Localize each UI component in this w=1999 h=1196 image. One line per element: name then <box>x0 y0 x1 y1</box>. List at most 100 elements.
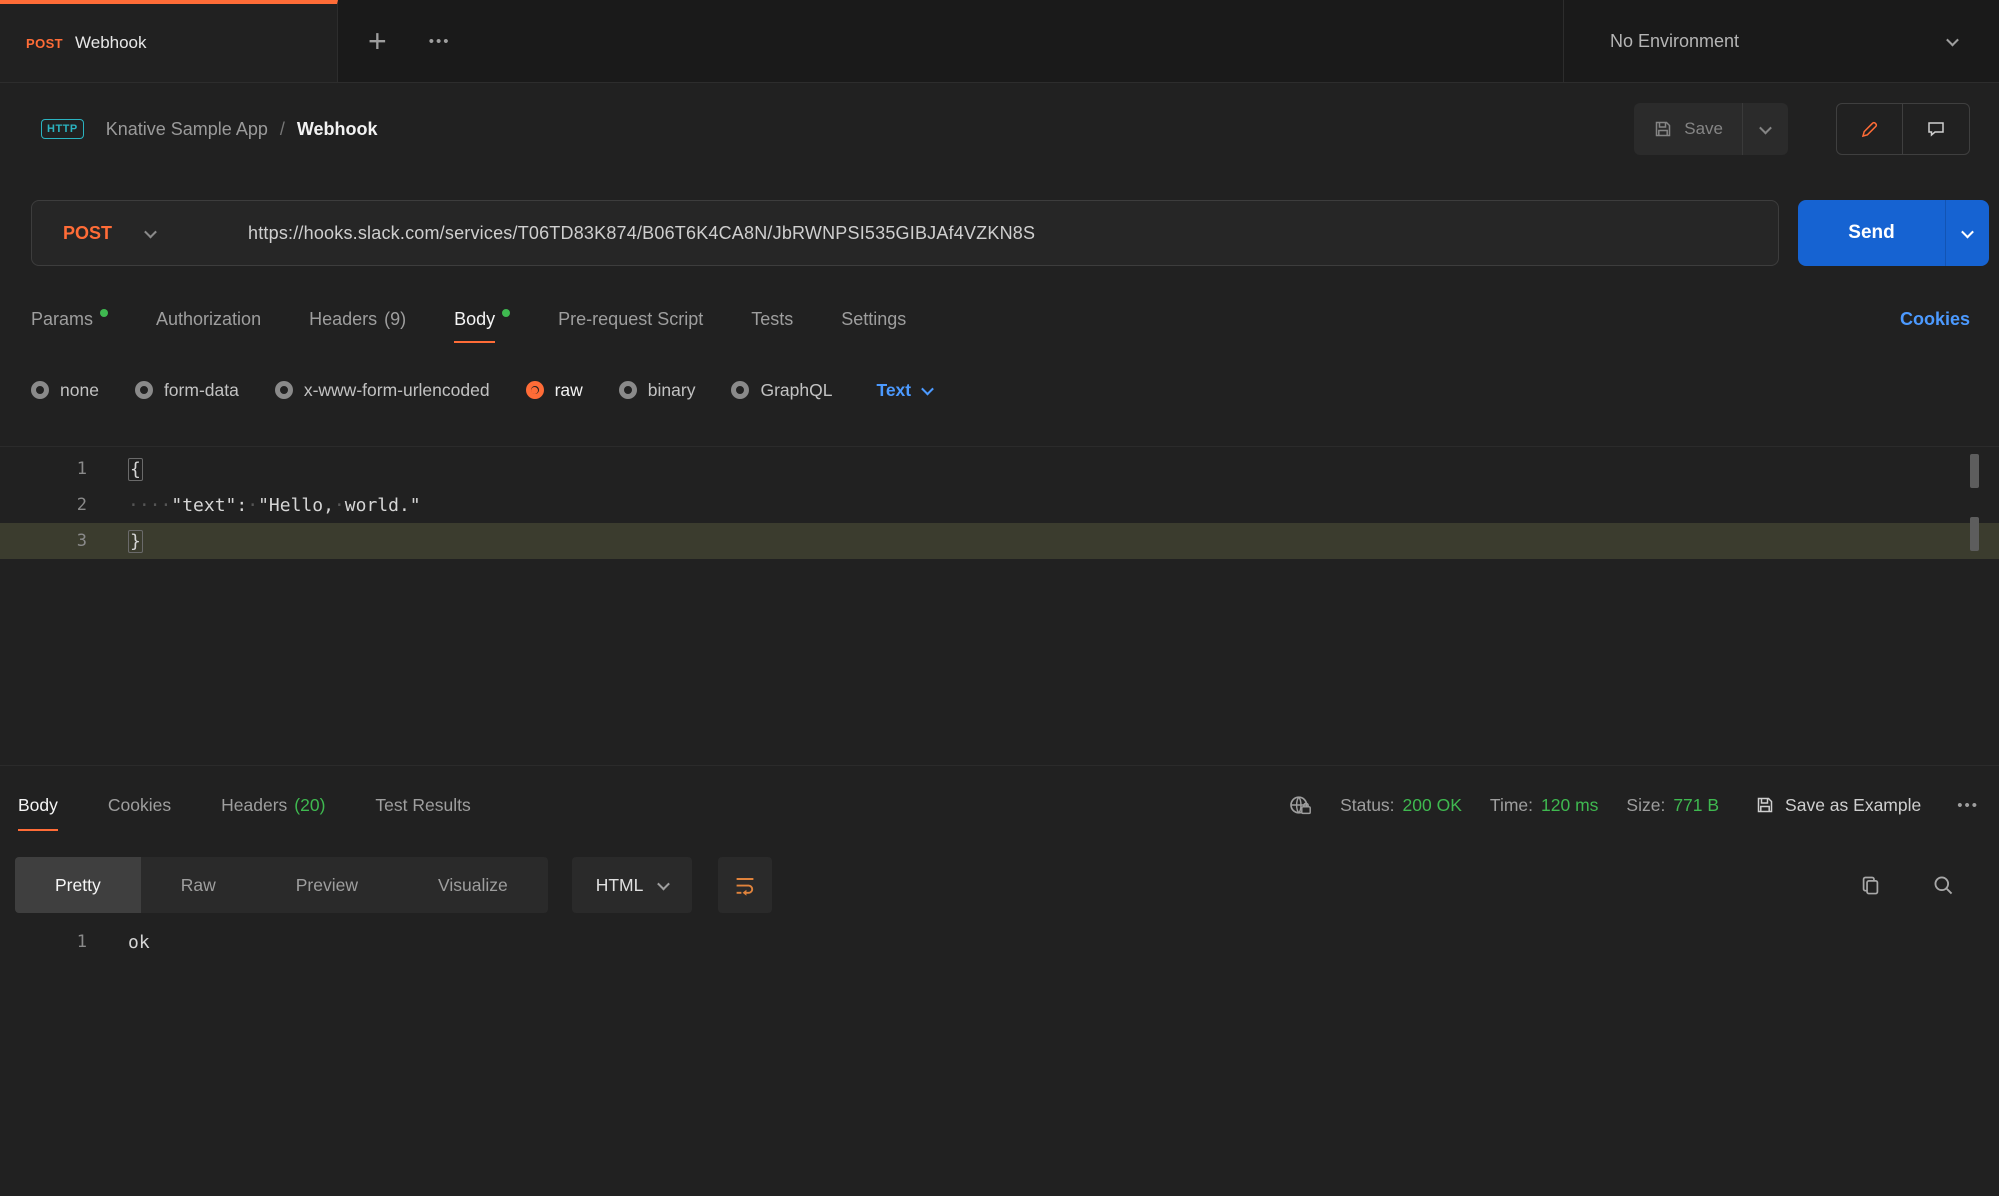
tab-authorization[interactable]: Authorization <box>156 309 261 330</box>
tab-headers[interactable]: Headers (9) <box>309 309 406 330</box>
tab-prerequest-script[interactable]: Pre-request Script <box>558 309 703 330</box>
breadcrumb-separator: / <box>280 119 285 140</box>
radio-icon <box>31 381 49 399</box>
view-visualize-button[interactable]: Visualize <box>398 857 548 913</box>
raw-language-dropdown[interactable]: Text <box>876 380 932 401</box>
response-tab-headers[interactable]: Headers (20) <box>221 795 325 816</box>
mode-x-www-form-urlencoded[interactable]: x-www-form-urlencoded <box>275 380 490 401</box>
environment-name: No Environment <box>1610 31 1739 52</box>
url-input[interactable]: https://hooks.slack.com/services/T06TD83… <box>248 223 1035 244</box>
status-value: 200 OK <box>1403 795 1462 816</box>
save-options-button[interactable] <box>1742 103 1788 155</box>
request-body-editor[interactable]: 1 { 2 ····"text":·"Hello,·world." 3 } <box>0 446 1999 765</box>
breadcrumb-collection[interactable]: Knative Sample App <box>106 119 268 140</box>
save-icon <box>1755 795 1775 815</box>
response-tab-test-results[interactable]: Test Results <box>375 795 470 816</box>
editor-line: 1 { <box>0 451 1999 487</box>
response-more-options-icon[interactable]: ••• <box>1957 797 1979 814</box>
request-header: HTTP Knative Sample App / Webhook Save <box>41 96 1970 162</box>
tab-params[interactable]: Params <box>31 309 108 330</box>
response-toolbar-right <box>1859 874 1955 897</box>
new-tab-button[interactable]: + <box>368 25 387 57</box>
mode-graphql[interactable]: GraphQL <box>731 380 832 401</box>
status-indicator: Status: 200 OK <box>1340 795 1462 816</box>
response-tab-cookies[interactable]: Cookies <box>108 795 171 816</box>
response-divider <box>0 765 1999 766</box>
response-header: Body Cookies Headers (20) Test Results S… <box>18 772 1979 838</box>
send-button-group: Send <box>1798 200 1989 266</box>
chevron-down-icon <box>921 382 934 395</box>
send-button[interactable]: Send <box>1798 200 1945 266</box>
environment-selector[interactable]: No Environment <box>1563 0 1999 83</box>
body-mode-selector: none form-data x-www-form-urlencoded raw… <box>31 364 932 416</box>
save-button[interactable]: Save <box>1634 103 1788 155</box>
wrap-lines-button[interactable] <box>718 857 772 913</box>
size-indicator: Size: 771 B <box>1626 795 1719 816</box>
comments-button[interactable] <box>1903 104 1969 154</box>
body-active-dot <box>502 309 510 317</box>
mode-binary[interactable]: binary <box>619 380 696 401</box>
method-dropdown[interactable]: POST <box>32 223 248 244</box>
time-label: Time: <box>1490 795 1533 816</box>
request-tab-webhook[interactable]: POST Webhook <box>0 0 338 82</box>
editor-line: 2 ····"text":·"Hello,·world." <box>0 487 1999 523</box>
view-preview-button[interactable]: Preview <box>256 857 398 913</box>
radio-icon <box>731 381 749 399</box>
response-body-viewer[interactable]: 1 ok <box>0 924 1999 960</box>
cookies-link[interactable]: Cookies <box>1900 309 1970 330</box>
size-label: Size: <box>1626 795 1665 816</box>
view-raw-button[interactable]: Raw <box>141 857 256 913</box>
save-button-label: Save <box>1684 119 1723 139</box>
postman-app: { "tabbar": { "tab_method": "POST", "tab… <box>0 0 1999 1196</box>
response-view-switcher: Pretty Raw Preview Visualize <box>15 857 548 913</box>
response-line-content: ok <box>128 932 150 953</box>
response-format-label: HTML <box>596 875 644 896</box>
save-as-example-button[interactable]: Save as Example <box>1755 795 1921 816</box>
editor-line-content: ····"text":·"Hello,·world." <box>128 495 421 516</box>
radio-icon <box>275 381 293 399</box>
size-value: 771 B <box>1673 795 1719 816</box>
response-meta: Status: 200 OK Time: 120 ms Size: 771 B … <box>1288 793 1979 817</box>
response-format-dropdown[interactable]: HTML <box>572 857 693 913</box>
tab-body[interactable]: Body <box>454 309 510 330</box>
request-tabs: Params Authorization Headers (9) Body Pr… <box>31 293 1970 345</box>
http-protocol-icon: HTTP <box>41 119 84 139</box>
open-brace: { <box>128 458 143 481</box>
comment-icon <box>1926 119 1946 139</box>
send-options-button[interactable] <box>1945 200 1989 266</box>
radio-selected-icon <box>526 381 544 399</box>
chevron-down-icon <box>144 225 157 238</box>
time-indicator: Time: 120 ms <box>1490 795 1599 816</box>
request-header-actions: Save <box>1634 103 1970 155</box>
mode-form-data[interactable]: form-data <box>135 380 239 401</box>
edit-button[interactable] <box>1837 104 1903 154</box>
tab-title: Webhook <box>75 33 147 53</box>
editor-scrollbar-thumb[interactable] <box>1970 454 1979 488</box>
url-container: POST https://hooks.slack.com/services/T0… <box>31 200 1779 266</box>
mode-none[interactable]: none <box>31 380 99 401</box>
time-value: 120 ms <box>1541 795 1598 816</box>
breadcrumb-request-name[interactable]: Webhook <box>297 119 378 140</box>
tab-settings[interactable]: Settings <box>841 309 906 330</box>
breadcrumb: Knative Sample App / Webhook <box>106 119 378 140</box>
mode-raw[interactable]: raw <box>526 380 583 401</box>
response-headers-count: (20) <box>294 795 325 816</box>
tab-method-badge: POST <box>26 36 63 51</box>
copy-icon[interactable] <box>1859 874 1882 897</box>
url-row: POST https://hooks.slack.com/services/T0… <box>31 200 1989 266</box>
response-tab-body[interactable]: Body <box>18 795 58 816</box>
line-number: 1 <box>0 459 87 479</box>
tab-more-options-icon[interactable]: ••• <box>429 33 451 50</box>
editor-scrollbar-thumb[interactable] <box>1970 517 1979 551</box>
editor-line-current: 3 } <box>0 523 1999 559</box>
save-icon <box>1653 119 1673 139</box>
radio-icon <box>135 381 153 399</box>
line-number: 2 <box>0 495 87 515</box>
chevron-down-icon <box>1961 225 1974 238</box>
view-pretty-button[interactable]: Pretty <box>15 857 141 913</box>
radio-icon <box>619 381 637 399</box>
line-number: 1 <box>0 932 87 952</box>
tab-tests[interactable]: Tests <box>751 309 793 330</box>
network-globe-icon[interactable] <box>1288 793 1312 817</box>
search-icon[interactable] <box>1932 874 1955 897</box>
